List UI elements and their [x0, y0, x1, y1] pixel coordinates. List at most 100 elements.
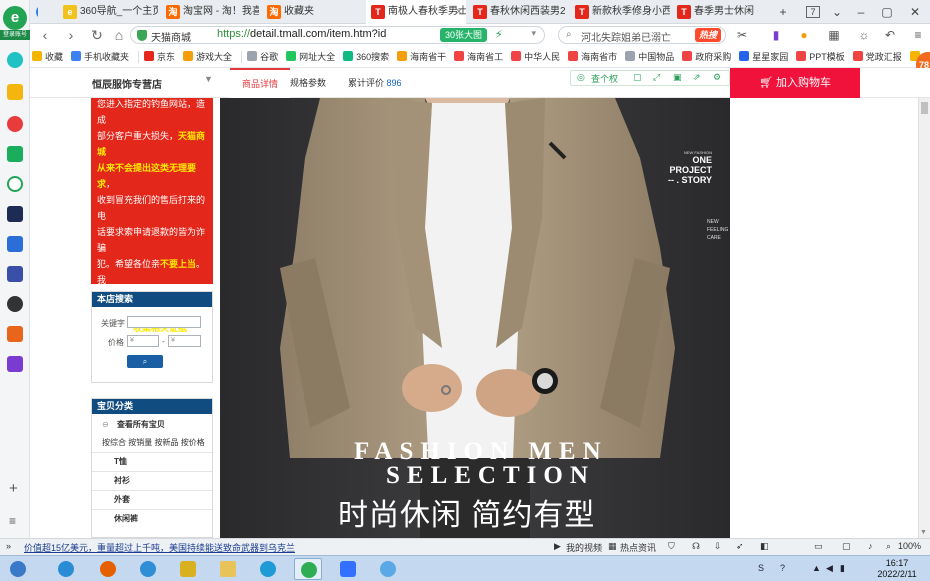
forward-icon[interactable]: ›: [62, 26, 80, 44]
shield-icon[interactable]: ⛉: [668, 541, 675, 552]
menu-icon[interactable]: ≡: [9, 514, 16, 528]
app-icon[interactable]: [174, 558, 202, 580]
refresh-icon[interactable]: ↻: [88, 26, 106, 44]
category-item-jacket[interactable]: 外套: [92, 490, 212, 509]
grid-icon[interactable]: ▦: [826, 27, 842, 43]
tab-3[interactable]: T 南极人春秋季男士 ×: [366, 0, 466, 24]
news-icon[interactable]: ▦: [608, 541, 617, 552]
zoom-level[interactable]: 100%: [898, 541, 921, 551]
tab-list-icon[interactable]: ⌄: [826, 0, 848, 24]
game3-icon[interactable]: [7, 356, 23, 372]
app-icon[interactable]: [7, 266, 23, 282]
tab-5[interactable]: T 新款秋季修身小西: [570, 0, 670, 24]
game-icon[interactable]: [7, 206, 23, 222]
bookmark-item[interactable]: 海南省工: [452, 46, 507, 67]
new-tab-icon[interactable]: +: [772, 0, 794, 24]
expand-icon[interactable]: ⤢: [653, 72, 660, 83]
help-icon[interactable]: ?: [780, 563, 785, 573]
maximize-icon[interactable]: ▢: [876, 0, 898, 24]
system-clock[interactable]: 16:17 2022/2/11: [872, 558, 922, 580]
browser-icon[interactable]: [254, 558, 282, 580]
bookmark-item[interactable]: 海南省干: [395, 46, 450, 67]
sort-new[interactable]: 按新品: [154, 438, 178, 447]
shop-search-button[interactable]: ⌕: [127, 355, 163, 368]
search-box[interactable]: ⌕ 河北失踪姐弟已溺亡 热搜: [558, 26, 726, 44]
360-browser-icon[interactable]: [294, 558, 322, 580]
bookmark-item[interactable]: 京东: [142, 46, 179, 67]
tray-up-icon[interactable]: ▲: [812, 563, 821, 573]
login-account-label[interactable]: 登录账号: [0, 30, 30, 40]
news-ticker-link[interactable]: 价值超15亿美元，重量超过上千吨，美国持续能送致命武器到乌克兰: [24, 541, 295, 554]
notification-icon[interactable]: ◧: [760, 541, 769, 552]
browser-logo-icon[interactable]: e: [3, 6, 27, 30]
big-image-badge[interactable]: 30张大图: [440, 28, 488, 42]
category-item-shirt[interactable]: 衬衫: [92, 471, 212, 490]
more-menu-icon[interactable]: ≡: [910, 27, 926, 43]
bookmark-item[interactable]: 政府采购: [680, 46, 735, 67]
back-icon[interactable]: ‹: [36, 26, 54, 44]
document-icon[interactable]: [7, 236, 23, 252]
weibo-icon[interactable]: [7, 116, 23, 132]
bookmark-item[interactable]: 收藏: [30, 46, 67, 67]
headset-icon[interactable]: ☊: [692, 541, 700, 552]
add-circle-icon[interactable]: [7, 52, 23, 68]
restore-icon[interactable]: ▭: [814, 541, 823, 552]
bookmark-item[interactable]: 360搜索: [341, 46, 393, 67]
page-scrollbar[interactable]: ▼: [918, 98, 930, 538]
copy-icon[interactable]: ▢: [633, 72, 642, 83]
add-to-cart-button[interactable]: 🛒︎ 加入购物车: [730, 68, 860, 98]
speaker-icon[interactable]: ◀: [826, 563, 833, 574]
tab-close-icon[interactable]: ×: [456, 0, 462, 24]
qq-icon[interactable]: [374, 558, 402, 580]
ie-icon[interactable]: [52, 558, 80, 580]
bolt-icon[interactable]: ⚡: [495, 28, 503, 41]
feishu-icon[interactable]: [334, 558, 362, 580]
url-text[interactable]: https://detail.tmall.com/item.htm?id=638…: [217, 28, 387, 40]
bookmark-item[interactable]: 谷歌: [245, 46, 282, 67]
tab-6[interactable]: T 春季男士休闲: [672, 0, 768, 24]
bookmark-item[interactable]: 中华人民: [509, 46, 564, 67]
category-item-casual-pants[interactable]: 休闲裤: [92, 509, 212, 528]
tab-0[interactable]: e 360导航_一个主页: [58, 0, 158, 24]
input-method-icon[interactable]: S: [758, 563, 764, 573]
image-icon[interactable]: ▣: [673, 72, 682, 83]
tab-count-badge[interactable]: 7: [802, 0, 824, 24]
tab-2[interactable]: 淘 收藏夹: [262, 0, 362, 24]
scissors-icon[interactable]: ✂: [734, 27, 750, 43]
tab-4[interactable]: T 春秋休闲西装男2: [468, 0, 568, 24]
panda-icon[interactable]: [7, 296, 23, 312]
view-all-items[interactable]: ⊖ 查看所有宝贝: [102, 419, 222, 434]
folder-icon[interactable]: [214, 558, 242, 580]
scroll-down-icon[interactable]: ▼: [920, 529, 927, 536]
bookmark-item[interactable]: 中国物品: [623, 46, 678, 67]
download-icon[interactable]: ⇩: [714, 541, 722, 552]
gear-icon[interactable]: ⚙: [713, 72, 721, 83]
shield-icon[interactable]: ●: [796, 27, 812, 43]
add-icon[interactable]: +: [9, 480, 18, 497]
start-button[interactable]: [4, 558, 32, 580]
keyword-input[interactable]: [127, 316, 201, 328]
close-window-icon[interactable]: ✕: [904, 0, 926, 24]
mail-icon[interactable]: [7, 146, 23, 162]
sort-comprehensive[interactable]: 按综合: [102, 438, 126, 447]
bookmark-item[interactable]: 手机收藏夹: [69, 46, 133, 67]
my-video-link[interactable]: 我的视频: [566, 541, 602, 554]
nav-arrow-icon[interactable]: [30, 0, 38, 24]
bookmark-item[interactable]: 海南省市: [566, 46, 621, 67]
game2-icon[interactable]: [7, 326, 23, 342]
cloud-icon[interactable]: [7, 176, 23, 192]
tab-specifications[interactable]: 规格参数: [290, 68, 326, 98]
price-max-input[interactable]: ¥: [168, 335, 201, 347]
chevron-down-icon[interactable]: ▼: [204, 74, 213, 84]
bookmark-item[interactable]: 党政汇报: [851, 46, 906, 67]
tab-reviews[interactable]: 累计评价 896: [348, 68, 402, 98]
copy-icon[interactable]: ▢: [842, 541, 851, 552]
undo-icon[interactable]: ↶: [882, 27, 898, 43]
hot-search-badge[interactable]: 热搜: [694, 28, 721, 42]
address-bar[interactable]: 天猫商城 https://detail.tmall.com/item.htm?i…: [130, 26, 545, 44]
sort-sales[interactable]: 按销量: [128, 438, 152, 447]
shop-name[interactable]: 恒辰服饰专营店: [92, 76, 162, 91]
scrollbar-thumb[interactable]: [921, 102, 928, 114]
sort-price[interactable]: 按价格: [181, 438, 205, 447]
hot-news-link[interactable]: 热点资讯: [620, 541, 656, 554]
